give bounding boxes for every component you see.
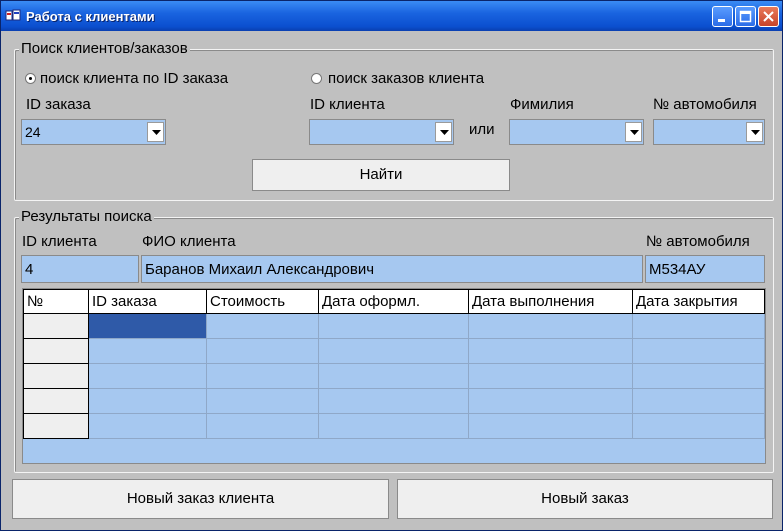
app-icon (5, 9, 21, 21)
table-cell[interactable] (468, 363, 633, 389)
table-cell-selected[interactable] (88, 313, 207, 339)
car-number-dropdown-button[interactable] (746, 122, 763, 142)
car-number-combo[interactable] (653, 119, 765, 145)
result-fio-field[interactable]: Баранов Михаил Александрович (141, 255, 643, 283)
table-cell[interactable] (318, 338, 469, 364)
table-cell[interactable] (318, 413, 469, 439)
table-cell[interactable] (206, 388, 319, 414)
table-cell[interactable] (206, 313, 319, 339)
column-header-number[interactable]: № (23, 289, 89, 314)
table-cell[interactable] (318, 363, 469, 389)
table-cell[interactable] (88, 363, 207, 389)
minimize-button[interactable] (712, 6, 733, 27)
table-cell[interactable] (468, 413, 633, 439)
surname-combo[interactable] (509, 119, 644, 145)
table-cell[interactable] (88, 338, 207, 364)
window-title: Работа с клиентами (26, 9, 155, 24)
minimize-icon (718, 19, 725, 22)
row-header[interactable] (23, 313, 89, 339)
result-car-label: № автомобиля (646, 233, 750, 250)
table-cell[interactable] (88, 413, 207, 439)
table-cell[interactable] (206, 338, 319, 364)
order-id-dropdown-button[interactable] (147, 122, 164, 142)
row-header[interactable] (23, 388, 89, 414)
row-header[interactable] (23, 363, 89, 389)
table-cell[interactable] (632, 338, 765, 364)
result-car-field[interactable]: М534АУ (645, 255, 765, 283)
table-cell[interactable] (468, 388, 633, 414)
column-header-close-date[interactable]: Дата закрытия (632, 289, 765, 314)
car-number-label: № автомобиля (653, 96, 757, 113)
table-cell[interactable] (632, 363, 765, 389)
new-client-order-button[interactable]: Новый заказ клиента (12, 479, 389, 519)
table-cell[interactable] (632, 388, 765, 414)
chevron-down-icon (152, 130, 161, 135)
surname-label: Фимилия (510, 96, 574, 113)
chevron-down-icon (630, 130, 639, 135)
radio-selected-dot (29, 77, 32, 80)
chevron-down-icon (440, 130, 449, 135)
table-cell[interactable] (318, 313, 469, 339)
orders-grid[interactable]: № ID заказа Стоимость Дата оформл. Дата … (22, 288, 766, 464)
radio-search-client-orders[interactable] (311, 73, 322, 84)
orders-table: № ID заказа Стоимость Дата оформл. Дата … (23, 289, 765, 439)
table-cell[interactable] (468, 313, 633, 339)
surname-dropdown-button[interactable] (625, 122, 642, 142)
column-header-completion-date[interactable]: Дата выполнения (468, 289, 633, 314)
order-id-combo[interactable]: 24 (21, 119, 166, 145)
radio-search-by-order[interactable] (25, 73, 36, 84)
new-order-button[interactable]: Новый заказ (397, 479, 773, 519)
radio-search-by-order-label[interactable]: поиск клиента по ID заказа (40, 70, 228, 87)
maximize-icon (739, 10, 752, 23)
or-label: или (469, 121, 495, 138)
client-work-window: Работа с клиентами Поиск клиентов/заказо… (0, 0, 783, 531)
table-row (23, 413, 765, 439)
column-header-order-id[interactable]: ID заказа (88, 289, 207, 314)
close-button[interactable] (758, 6, 779, 27)
result-client-id-field[interactable]: 4 (21, 255, 139, 283)
search-group-legend: Поиск клиентов/заказов (19, 40, 190, 57)
table-cell[interactable] (318, 388, 469, 414)
result-client-id-label: ID клиента (22, 233, 97, 250)
title-bar[interactable]: Работа с клиентами (1, 1, 782, 31)
column-header-cost[interactable]: Стоимость (206, 289, 319, 314)
client-id-label: ID клиента (310, 96, 385, 113)
row-header[interactable] (23, 338, 89, 364)
find-button[interactable]: Найти (252, 159, 510, 191)
chevron-down-icon (751, 130, 760, 135)
result-fio-label: ФИО клиента (142, 233, 236, 250)
maximize-button[interactable] (735, 6, 756, 27)
table-cell[interactable] (632, 413, 765, 439)
table-cell[interactable] (206, 363, 319, 389)
close-icon (763, 11, 774, 22)
table-cell[interactable] (468, 338, 633, 364)
table-cell[interactable] (632, 313, 765, 339)
table-cell[interactable] (88, 388, 207, 414)
results-group-legend: Результаты поиска (19, 208, 154, 225)
row-header[interactable] (23, 413, 89, 439)
table-row (23, 338, 765, 364)
column-header-created-date[interactable]: Дата оформл. (318, 289, 469, 314)
table-row (23, 363, 765, 389)
order-id-label: ID заказа (26, 96, 91, 113)
client-id-dropdown-button[interactable] (435, 122, 452, 142)
table-row (23, 388, 765, 414)
order-id-value: 24 (25, 124, 41, 140)
client-id-combo[interactable] (309, 119, 454, 145)
radio-search-client-orders-label[interactable]: поиск заказов клиента (328, 70, 484, 87)
table-header-row: № ID заказа Стоимость Дата оформл. Дата … (23, 289, 765, 314)
table-row (23, 313, 765, 339)
table-cell[interactable] (206, 413, 319, 439)
